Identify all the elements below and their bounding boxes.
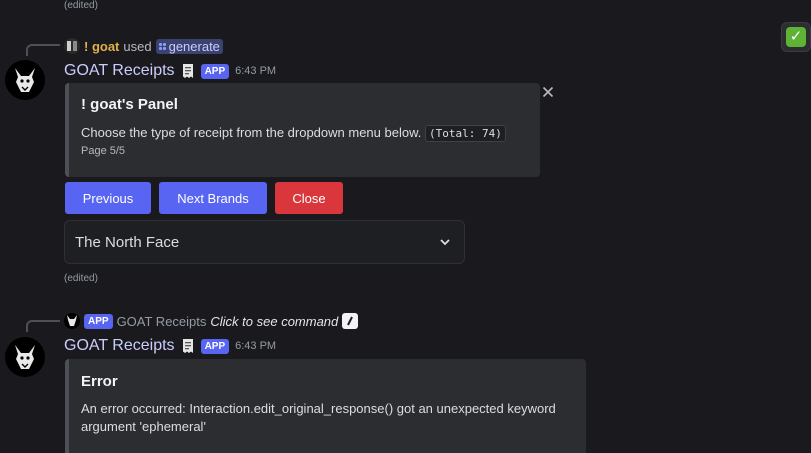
close-icon bbox=[542, 86, 554, 98]
embed-description-text: Choose the type of receipt from the drop… bbox=[81, 125, 422, 140]
close-button[interactable]: Close bbox=[275, 182, 343, 214]
reply-context[interactable]: APP GOAT Receipts Click to see command bbox=[64, 313, 359, 329]
top-edited-label: (edited) bbox=[64, 0, 98, 11]
message-header: GOAT Receipts APP 6:43 PM bbox=[64, 61, 276, 81]
receipt-icon bbox=[182, 339, 193, 353]
app-badge: APP bbox=[84, 313, 113, 329]
total-code: (Total: 74) bbox=[425, 125, 506, 142]
bot-avatar[interactable] bbox=[5, 337, 45, 377]
user-avatar-mini bbox=[64, 38, 80, 54]
embed-footer: Page 5/5 bbox=[81, 145, 126, 157]
bot-avatar[interactable] bbox=[5, 60, 45, 100]
bot-username[interactable]: GOAT Receipts bbox=[64, 62, 175, 80]
panel-embed: ! goat's Panel Choose the type of receip… bbox=[65, 83, 540, 177]
previous-button[interactable]: Previous bbox=[65, 182, 151, 214]
timestamp: 6:43 PM bbox=[235, 340, 277, 352]
chevron-down-icon bbox=[440, 239, 450, 246]
slash-command-icon bbox=[342, 313, 359, 329]
error-embed: Error An error occurred: Interaction.edi… bbox=[65, 359, 586, 453]
dismiss-embed-button[interactable] bbox=[540, 84, 556, 100]
brand-select[interactable]: The North Face bbox=[64, 220, 465, 264]
reply-username[interactable]: ! goat bbox=[84, 39, 119, 54]
goat-logo-icon bbox=[15, 345, 35, 369]
click-to-see-command[interactable]: Click to see command bbox=[210, 314, 338, 329]
edited-label: (edited) bbox=[64, 273, 98, 284]
reply-spine bbox=[26, 44, 60, 56]
brand-select-value: The North Face bbox=[75, 233, 180, 251]
embed-title: ! goat's Panel bbox=[81, 96, 178, 113]
reply-context[interactable]: ! goat used generate bbox=[64, 38, 223, 54]
bot-username[interactable]: GOAT Receipts bbox=[64, 337, 175, 355]
app-badge: APP bbox=[200, 63, 230, 79]
embed-title: Error bbox=[81, 373, 118, 390]
app-badge: APP bbox=[200, 338, 230, 354]
command-grid-icon bbox=[158, 42, 166, 50]
bot-avatar-mini bbox=[64, 313, 80, 329]
embed-description: Choose the type of receipt from the drop… bbox=[81, 124, 506, 143]
reply-bot-name[interactable]: GOAT Receipts bbox=[117, 314, 207, 329]
command-name: generate bbox=[168, 38, 220, 54]
command-pill[interactable]: generate bbox=[155, 38, 223, 54]
next-brands-button[interactable]: Next Brands bbox=[159, 182, 267, 214]
reply-used-text: used bbox=[123, 38, 152, 54]
checkmark-reaction[interactable]: ✓ bbox=[781, 22, 811, 52]
checkmark-icon: ✓ bbox=[786, 27, 806, 47]
reply-spine bbox=[26, 320, 60, 332]
message-header: GOAT Receipts APP 6:43 PM bbox=[64, 336, 276, 356]
receipt-icon bbox=[182, 64, 193, 78]
timestamp: 6:43 PM bbox=[235, 65, 277, 77]
embed-description: An error occurred: Interaction.edit_orig… bbox=[81, 401, 556, 434]
goat-logo-icon bbox=[15, 68, 35, 92]
